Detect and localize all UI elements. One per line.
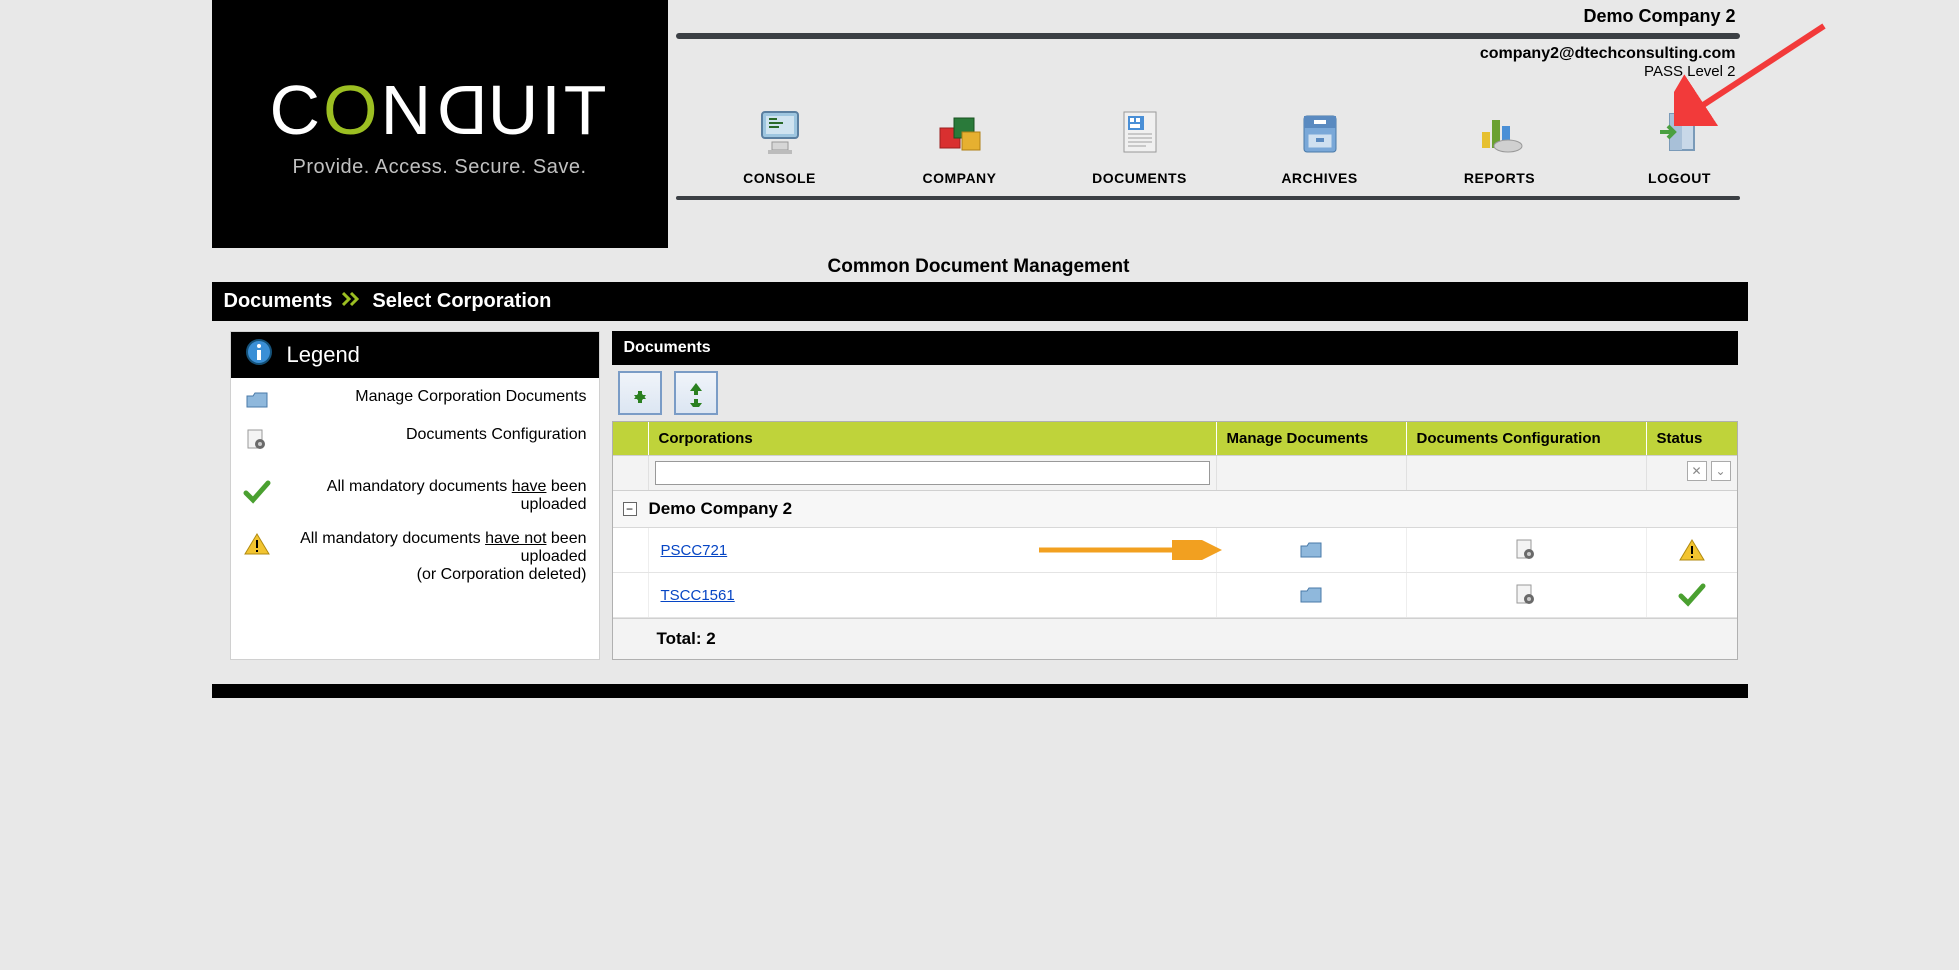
nav-console[interactable]: CONSOLE [720,104,840,186]
text-underline: have not [485,530,546,547]
legend-item-not-uploaded: All mandatory documents have not been up… [289,530,587,584]
logo-letter: N [381,71,435,149]
filter-clear-button[interactable]: ✕ [1687,461,1707,481]
legend-item-all-uploaded: All mandatory documents have been upload… [289,478,587,514]
nav-documents[interactable]: DOCUMENTS [1080,104,1200,186]
filter-input-corporations[interactable] [655,461,1210,485]
filter-dropdown-button[interactable]: ⌄ [1711,461,1731,481]
page-footer-bar [212,684,1748,698]
expand-all-button[interactable] [618,371,662,415]
legend-header: Legend [231,332,599,378]
text: All mandatory documents [327,478,512,495]
text: All mandatory documents [300,530,485,547]
nav-logout[interactable]: LOGOUT [1620,104,1740,186]
annotation-arrow-orange [1034,540,1224,560]
nav-label: ARCHIVES [1281,170,1357,186]
logo-tagline: Provide. Access. Secure. Save. [292,156,586,179]
corporations-grid: Corporations Manage Documents Documents … [612,421,1738,660]
nav-label: COMPANY [922,170,996,186]
nav-label: REPORTS [1464,170,1535,186]
status-warning-icon [1647,528,1737,572]
manage-documents-button[interactable] [1217,573,1407,617]
breadcrumb-bar: Documents Select Corporation [212,282,1748,321]
toolbar [612,365,1738,421]
documents-config-button[interactable] [1407,573,1647,617]
logo-block: CONDUIT Provide. Access. Secure. Save. [212,0,668,248]
section-heading: Common Document Management [812,242,1748,282]
text-paren: (or Corporation deleted) [289,566,587,584]
breadcrumb-leaf: Select Corporation [372,290,551,313]
documents-panel: Documents Corporations Manage Documents … [612,331,1738,660]
grid-header-corporations[interactable]: Corporations [649,422,1217,455]
table-row: TSCC1561 [613,573,1737,618]
company-name: Demo Company 2 [676,4,1740,33]
collapse-all-button[interactable] [674,371,718,415]
grid-group-header: − Demo Company 2 [613,491,1737,528]
nav-company[interactable]: COMPANY [900,104,1020,186]
grid-header-config[interactable]: Documents Configuration [1407,422,1647,455]
manage-documents-button[interactable] [1217,528,1407,572]
legend-item-manage: Manage Corporation Documents [289,388,587,406]
documents-config-button[interactable] [1407,528,1647,572]
nav-reports[interactable]: REPORTS [1440,104,1560,186]
logo-letter-green: O [323,71,380,149]
divider-med [676,196,1740,200]
grid-footer: Total: 2 [613,618,1737,659]
nav-archives[interactable]: ARCHIVES [1260,104,1380,186]
text-underline: have [512,478,547,495]
corp-link[interactable]: PSCC721 [661,542,728,559]
user-email: company2@dtechconsulting.com [676,45,1736,63]
reports-icon [1472,104,1528,160]
check-icon [243,478,271,504]
corp-link[interactable]: TSCC1561 [661,587,735,604]
grid-header-status[interactable]: Status [1647,422,1737,455]
info-icon [245,338,273,372]
folder-icon [243,388,271,410]
warning-icon [243,530,271,556]
archives-icon [1292,104,1348,160]
table-row: PSCC721 [613,528,1737,573]
group-name: Demo Company 2 [649,499,793,519]
breadcrumb-root[interactable]: Documents [224,290,333,313]
grid-header-manage[interactable]: Manage Documents [1217,422,1407,455]
group-collapse-toggle[interactable]: − [623,502,637,516]
status-ok-icon [1647,573,1737,617]
legend-panel: Legend Manage Corporation Documents Docu… [230,331,600,660]
nav-label: DOCUMENTS [1092,170,1187,186]
documents-icon [1112,104,1168,160]
grid-filter-row: ✕ ⌄ [613,455,1737,491]
main-nav: CONSOLE COMPANY DOCUMENTS [720,104,1740,186]
logo-letter-flipped: D [434,70,488,150]
grid-header-blank [613,422,649,455]
user-level: PASS Level 2 [676,63,1736,80]
nav-label: LOGOUT [1648,170,1711,186]
divider-thick [676,33,1740,39]
console-icon [752,104,808,160]
nav-label: CONSOLE [743,170,816,186]
logo-letter: C [270,71,324,149]
legend-item-config: Documents Configuration [289,426,587,444]
logout-icon [1652,104,1708,160]
panel-header: Documents [612,331,1738,365]
logo-letter: UIT [488,71,610,149]
doc-config-icon [243,426,271,452]
logo-text: CONDUIT [270,70,610,150]
grid-header-row: Corporations Manage Documents Documents … [613,422,1737,455]
chevron-double-right-icon [342,290,362,313]
company-icon [932,104,988,160]
legend-title: Legend [287,342,360,368]
